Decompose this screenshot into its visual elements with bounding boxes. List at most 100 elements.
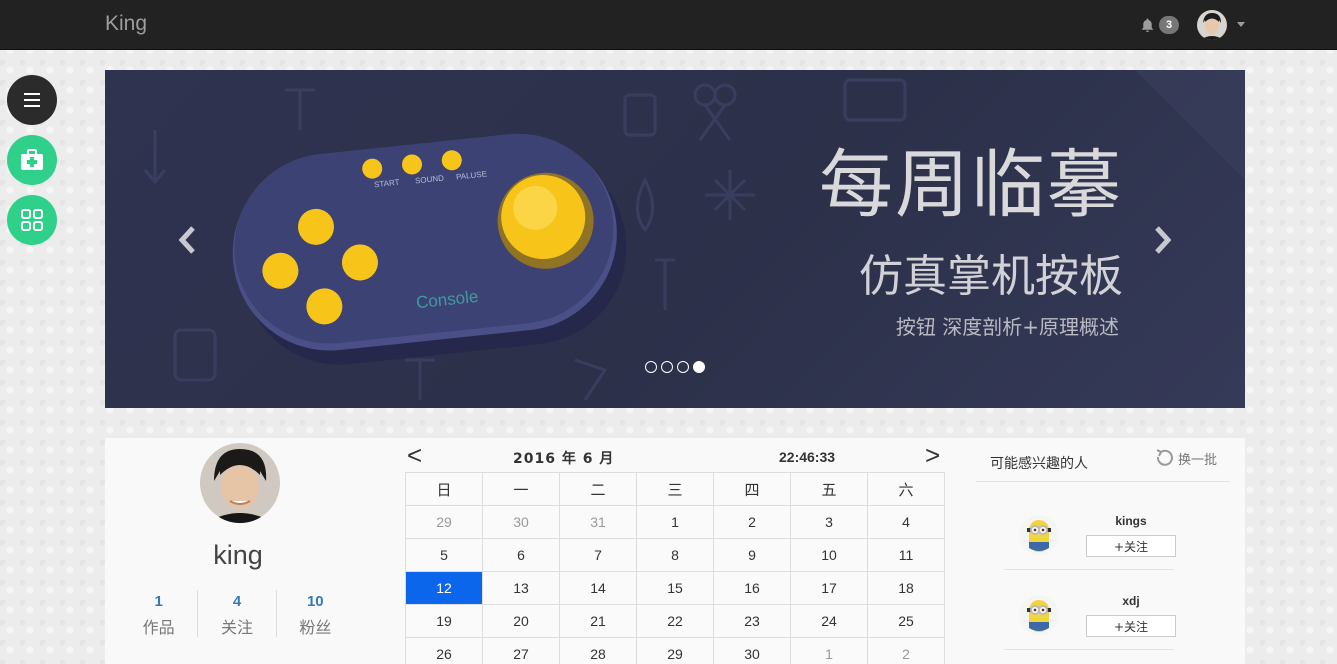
stat-followers-label: 粉丝 [299,618,332,637]
calendar-day[interactable]: 23 [714,605,791,638]
carousel-prev-button[interactable] [177,225,199,259]
user-avatar[interactable] [1197,10,1227,40]
calendar-day[interactable]: 31 [560,506,637,539]
stat-followers-count: 10 [306,593,324,610]
menu-icon [24,93,40,107]
divider [976,481,1230,482]
brand-logo[interactable]: King [105,12,147,36]
profile-avatar[interactable] [200,443,280,523]
calendar-weekday: 三 [637,473,714,506]
carousel-dot-1[interactable] [645,361,657,373]
profile-name[interactable]: king [105,540,371,571]
calendar-header: < 2016 年 6 月 22:46:33 > [405,438,945,472]
menu-button[interactable] [7,75,57,125]
banner-subheadline: 仿真掌机按板 [859,251,1123,302]
calendar-weekday: 六 [868,473,945,506]
stat-works[interactable]: 1 作品 [120,590,199,637]
stat-following[interactable]: 4 关注 [198,590,277,637]
calendar-day[interactable]: 15 [637,572,714,605]
banner-carousel[interactable]: START SOUND PALUSE Console 每周临摹 仿真掌机按板 按… [105,70,1245,408]
calendar-day[interactable]: 18 [868,572,945,605]
calendar-day[interactable]: 5 [406,539,483,572]
stat-following-count: 4 [232,593,242,610]
calendar-weekday: 日 [406,473,483,506]
calendar-day[interactable]: 30 [714,638,791,664]
calendar-day[interactable]: 14 [560,572,637,605]
banner-tagline: 按钮 深度剖析+原理概述 [895,315,1119,339]
refresh-label: 换一批 [1178,452,1218,468]
apps-grid-button[interactable] [7,195,57,245]
apps-grid-icon [21,209,43,231]
chevron-left-icon [178,226,195,254]
first-aid-button[interactable] [7,135,57,185]
first-aid-icon [21,149,43,170]
calendar-weekday: 一 [483,473,560,506]
calendar-day-today[interactable]: 12 [406,572,483,605]
stat-works-label: 作品 [142,618,175,637]
calendar-month-label: 2016 年 6 月 [513,451,615,467]
carousel-next-button[interactable] [1151,225,1173,259]
refresh-icon [1156,449,1173,466]
calendar-day[interactable]: 13 [483,572,560,605]
calendar-day[interactable]: 3 [791,506,868,539]
calendar-day[interactable]: 9 [714,539,791,572]
calendar-day[interactable]: 29 [637,638,714,664]
top-navbar: King 3 [0,0,1337,50]
user-menu-caret[interactable] [1237,22,1245,27]
calendar-day[interactable]: 22 [637,605,714,638]
carousel-indicators [645,361,705,373]
calendar-day[interactable]: 7 [560,539,637,572]
chevron-right-icon [1155,226,1172,254]
calendar-day[interactable]: 1 [791,638,868,664]
recommended-person-name[interactable]: kings [1086,514,1176,528]
calendar-day[interactable]: 2 [868,638,945,664]
bell-icon [1141,18,1154,33]
calendar-weekday: 五 [791,473,868,506]
recommended-person: kings +关注 [1004,514,1176,570]
calendar-day[interactable]: 11 [868,539,945,572]
calendar-day[interactable]: 17 [791,572,868,605]
calendar-clock: 22:46:33 [779,449,836,465]
minion-avatar[interactable] [1019,514,1059,556]
calendar-day[interactable]: 19 [406,605,483,638]
notifications-button[interactable]: 3 [1140,16,1179,34]
profile-stats: 1 作品 4 关注 10 粉丝 [120,590,354,637]
dashboard-panel: king 1 作品 4 关注 10 粉丝 < 2016 年 6 月 22:46:… [105,438,1245,664]
follow-button[interactable]: +关注 [1086,615,1176,637]
calendar-day[interactable]: 24 [791,605,868,638]
calendar-day[interactable]: 28 [560,638,637,664]
calendar-day[interactable]: 30 [483,506,560,539]
calendar-day[interactable]: 10 [791,539,868,572]
stat-followers[interactable]: 10 粉丝 [277,590,354,637]
minion-avatar[interactable] [1019,594,1059,636]
calendar-weekday: 四 [714,473,791,506]
calendar-day[interactable]: 8 [637,539,714,572]
carousel-dot-2[interactable] [661,361,673,373]
recommended-title: 可能感兴趣的人 [990,456,1088,472]
carousel-dot-4[interactable] [693,361,705,373]
console-illustration [232,133,627,365]
calendar-day[interactable]: 26 [406,638,483,664]
calendar-day[interactable]: 6 [483,539,560,572]
refresh-recommendations-button[interactable]: 换一批 [1154,448,1217,468]
carousel-dot-3[interactable] [677,361,689,373]
calendar-day[interactable]: 4 [868,506,945,539]
calendar-weekday: 二 [560,473,637,506]
stat-works-count: 1 [154,593,163,610]
calendar-day[interactable]: 25 [868,605,945,638]
calendar-prev-month-button[interactable]: < [407,440,422,471]
stat-following-label: 关注 [220,618,253,637]
calendar-grid: 日一二三四五六 29 30 31 1 2 3 4 5 6 7 8 9 10 11 12 13 14 15 16 17 18… [405,472,945,664]
calendar-day[interactable]: 16 [714,572,791,605]
follow-button[interactable]: +关注 [1086,535,1176,557]
calendar-day[interactable]: 1 [637,506,714,539]
banner-headline: 每周临摹 [819,142,1123,228]
calendar-next-month-button[interactable]: > [925,440,940,471]
recommended-person-name[interactable]: xdj [1086,594,1176,608]
calendar-day[interactable]: 29 [406,506,483,539]
calendar-day[interactable]: 21 [560,605,637,638]
calendar-day[interactable]: 20 [483,605,560,638]
calendar-day[interactable]: 2 [714,506,791,539]
notification-badge: 3 [1159,16,1179,34]
calendar-day[interactable]: 27 [483,638,560,664]
